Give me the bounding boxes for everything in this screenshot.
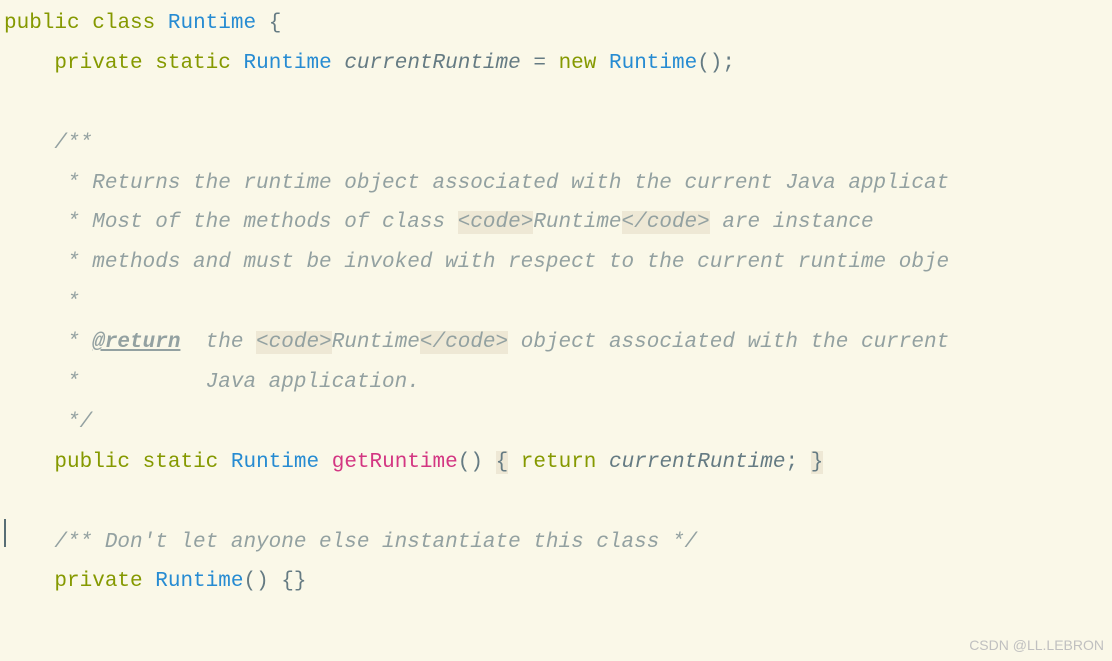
code-tag: <code> [256,331,332,354]
code-tag: </code> [420,331,508,354]
keyword-static: static [143,451,219,474]
javadoc-text: Runtime [332,331,420,354]
keyword-public: public [4,12,80,35]
text-cursor [4,519,6,547]
comment-line: /** Don't let anyone else instantiate th… [4,531,697,554]
javadoc-close: */ [4,411,92,434]
constructor: Runtime [155,570,243,593]
keyword-class: class [92,12,155,35]
code-tag: <code> [458,211,534,234]
method-name: getRuntime [332,451,458,474]
keyword-public: public [54,451,130,474]
code-block: public class Runtime { private static Ru… [4,4,1112,602]
identifier: currentRuntime [344,52,520,75]
watermark: CSDN @LL.LEBRON [969,632,1104,659]
keyword-return: return [521,451,597,474]
paren: () [697,52,722,75]
keyword-private: private [54,570,142,593]
javadoc-text: Runtime [533,211,621,234]
keyword-new: new [559,52,597,75]
identifier: currentRuntime [609,451,785,474]
constructor: Runtime [609,52,697,75]
brace: { [269,12,282,35]
javadoc-line: * Most of the methods of class [4,211,458,234]
keyword-static: static [155,52,231,75]
javadoc-line: * Java application. [4,371,420,394]
paren: () [458,451,483,474]
javadoc-line: * [4,291,80,314]
javadoc-open: /** [4,132,92,155]
javadoc-text: object associated with the current [508,331,949,354]
javadoc-return-tag: @return [92,331,180,354]
brace: } [811,451,824,474]
type: Runtime [231,451,319,474]
code-tag: </code> [622,211,710,234]
javadoc-line: * methods and must be invoked with respe… [4,251,949,274]
paren: () [243,570,268,593]
keyword-private: private [54,52,142,75]
brace: { [496,451,509,474]
semicolon: ; [722,52,735,75]
semicolon: ; [785,451,798,474]
javadoc-text: the [180,331,256,354]
javadoc-line: * [4,331,92,354]
type: Runtime [243,52,331,75]
class-name: Runtime [168,12,256,35]
javadoc-text: are instance [710,211,874,234]
javadoc-line: * Returns the runtime object associated … [4,172,949,195]
braces: {} [281,570,306,593]
operator: = [521,52,559,75]
